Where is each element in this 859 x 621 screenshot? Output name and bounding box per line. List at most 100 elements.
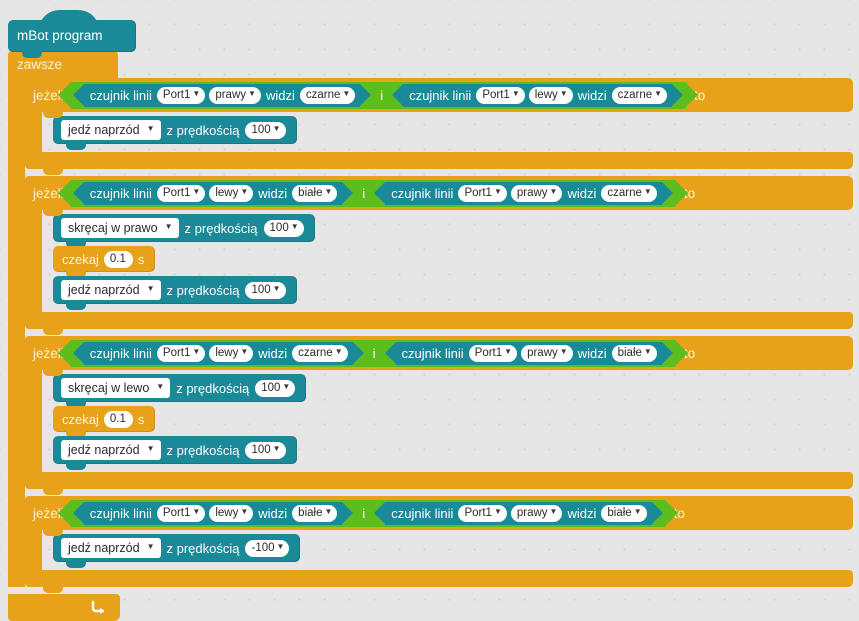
sensor-side-dropdown-right[interactable]: lewy ▼ (528, 86, 573, 104)
and-operator-block[interactable]: czujnik linii Port1 ▼ lewy ▼ widzi białe ▼ i czuj… (57, 499, 678, 527)
sensor-side-dropdown-right-value: prawy (516, 506, 548, 519)
motion-action-dropdown[interactable]: jedź naprzód ▼ (61, 120, 161, 140)
if-block-header[interactable]: jeżeli czujnik linii Port1 ▼ prawy ▼ widzi czar… (25, 78, 853, 118)
if-block-footer[interactable] (25, 472, 853, 495)
wait-block[interactable]: czekaj 0.1 s (53, 406, 156, 438)
if-block-body: skręcaj w prawo ▼ z prędkością 100 ▼ czekaj 0.… (25, 210, 853, 312)
sensor-side-dropdown-right[interactable]: prawy ▼ (521, 344, 573, 362)
sensor-port-dropdown-left-value: Port1 (162, 88, 191, 101)
if-block[interactable]: jeżeli czujnik linii Port1 ▼ lewy ▼ widzi czarn… (25, 336, 853, 495)
chevron-down-icon: ▼ (290, 222, 299, 231)
forever-block[interactable]: zawsze jeżeli czujnik linii Port1 ▼ prawy ▼ wi… (8, 51, 853, 621)
sensor-port-dropdown-left[interactable]: Port1 ▼ (156, 344, 206, 362)
sensor-color-dropdown-left[interactable]: białe ▼ (292, 504, 338, 522)
sensor-side-dropdown-left-value: lewy (215, 506, 239, 519)
motion-speed-dropdown[interactable]: 100 ▼ (245, 121, 286, 139)
sensor-color-dropdown-left[interactable]: białe ▼ (292, 184, 338, 202)
motion-action-dropdown[interactable]: jedź naprzód ▼ (61, 538, 161, 558)
sensor-side-dropdown-left[interactable]: prawy ▼ (209, 86, 261, 104)
wait-label: czekaj (62, 251, 99, 267)
chevron-down-icon: ▼ (276, 542, 285, 551)
if-block-header[interactable]: jeżeli czujnik linii Port1 ▼ lewy ▼ widzi czarn… (25, 336, 853, 376)
sensor-port-dropdown-right[interactable]: Port1 ▼ (468, 344, 518, 362)
sensor-side-dropdown-right[interactable]: prawy ▼ (510, 184, 563, 202)
line-follower-sensor-block-left[interactable]: czujnik linii Port1 ▼ lewy ▼ widzi białe ▼ (72, 501, 354, 525)
motion-action-dropdown[interactable]: skręcaj w prawo ▼ (61, 218, 179, 238)
sensor-color-dropdown-left[interactable]: czarne ▼ (292, 344, 348, 362)
motion-speed-dropdown[interactable]: 100 ▼ (245, 441, 286, 459)
sensor-color-dropdown-right[interactable]: białe ▼ (611, 344, 657, 362)
motion-speed-label: z prędkością (166, 122, 240, 138)
chevron-down-icon: ▼ (146, 284, 155, 293)
sensor-port-dropdown-right[interactable]: Port1 ▼ (458, 504, 507, 522)
line-follower-sensor-block-right[interactable]: czujnik linii Port1 ▼ prawy ▼ widzi białe ▼ (374, 501, 663, 525)
sensor-port-dropdown-left[interactable]: Port1 ▼ (156, 184, 206, 202)
chevron-down-icon: ▼ (654, 89, 663, 98)
sensor-side-dropdown-right[interactable]: prawy ▼ (510, 504, 563, 522)
if-block-header[interactable]: jeżeli czujnik linii Port1 ▼ lewy ▼ widzi białe… (25, 496, 853, 536)
chevron-down-icon: ▼ (549, 187, 558, 196)
hat-block-mbot-program[interactable]: mBot program (8, 10, 136, 58)
motion-block[interactable]: jedź naprzód ▼ z prędkością 100 ▼ (53, 116, 297, 150)
sensor-sees-label: widzi (577, 87, 607, 103)
if-block-footer[interactable] (25, 570, 853, 593)
motion-action-dropdown-value: jedź naprzód (68, 541, 140, 555)
wait-unit-label: s (137, 411, 145, 427)
if-block-body: jedź naprzód ▼ z prędkością -100 ▼ (25, 530, 853, 570)
if-block-header[interactable]: jeżeli czujnik linii Port1 ▼ lewy ▼ widzi białe… (25, 176, 853, 216)
motion-action-dropdown[interactable]: jedź naprzód ▼ (61, 440, 161, 460)
script-canvas[interactable]: mBot program zawsze jeżeli czujnik linii P… (0, 0, 859, 621)
line-follower-sensor-block-left[interactable]: czujnik linii Port1 ▼ prawy ▼ widzi czarne ▼ (72, 83, 371, 107)
motion-speed-dropdown[interactable]: 100 ▼ (263, 219, 304, 237)
motion-block[interactable]: jedź naprzód ▼ z prędkością 100 ▼ (53, 276, 297, 310)
line-follower-sensor-block-right[interactable]: czujnik linii Port1 ▼ lewy ▼ widzi czarne ▼ (392, 83, 683, 107)
sensor-color-dropdown-right[interactable]: czarne ▼ (601, 184, 657, 202)
motion-action-dropdown-value: skręcaj w lewo (68, 381, 150, 395)
if-footer-notch (43, 488, 63, 495)
sensor-color-dropdown-right-value: czarne (607, 186, 642, 199)
line-follower-sensor-block-left[interactable]: czujnik linii Port1 ▼ lewy ▼ widzi białe ▼ (72, 181, 354, 205)
line-follower-sensor-block-right[interactable]: czujnik linii Port1 ▼ prawy ▼ widzi czarne ▼ (374, 181, 673, 205)
if-footer-notch (43, 328, 63, 335)
sensor-port-dropdown-right[interactable]: Port1 ▼ (476, 86, 525, 104)
and-operator-block[interactable]: czujnik linii Port1 ▼ lewy ▼ widzi czarne ▼ i czu… (57, 339, 688, 367)
if-block-footer[interactable] (25, 312, 853, 335)
block-stack: skręcaj w lewo ▼ z prędkością 100 ▼ czekaj 0.1… (42, 374, 853, 470)
sensor-port-dropdown-right[interactable]: Port1 ▼ (458, 184, 507, 202)
line-follower-sensor-block-right[interactable]: czujnik linii Port1 ▼ prawy ▼ widzi białe ▼ (384, 341, 674, 365)
wait-duration-field[interactable]: 0.1 (103, 250, 133, 268)
and-operator-block[interactable]: czujnik linii Port1 ▼ lewy ▼ widzi białe ▼ i czuj… (57, 179, 688, 207)
wait-duration-value: 0.1 (109, 252, 126, 265)
sensor-side-dropdown-left[interactable]: lewy ▼ (209, 184, 254, 202)
motion-action-dropdown[interactable]: jedź naprzód ▼ (61, 280, 161, 300)
sensor-color-dropdown-right[interactable]: białe ▼ (601, 504, 647, 522)
motion-block[interactable]: skręcaj w lewo ▼ z prędkością 100 ▼ (53, 374, 307, 408)
motion-block[interactable]: jedź naprzód ▼ z prędkością -100 ▼ (53, 534, 301, 568)
forever-footer[interactable] (8, 594, 120, 621)
sensor-port-dropdown-left[interactable]: Port1 ▼ (156, 504, 206, 522)
if-block[interactable]: jeżeli czujnik linii Port1 ▼ lewy ▼ widzi białe… (25, 176, 853, 335)
and-operator-label: i (362, 505, 366, 521)
wait-label: czekaj (62, 411, 99, 427)
sensor-sees-label: widzi (258, 345, 288, 361)
sensor-port-dropdown-left[interactable]: Port1 ▼ (156, 86, 206, 104)
motion-block[interactable]: jedź naprzód ▼ z prędkością 100 ▼ (53, 436, 297, 470)
sensor-color-dropdown-left[interactable]: czarne ▼ (299, 86, 356, 104)
sensor-color-dropdown-right[interactable]: czarne ▼ (611, 86, 668, 104)
sensor-side-dropdown-left[interactable]: lewy ▼ (209, 344, 254, 362)
motion-block[interactable]: skręcaj w prawo ▼ z prędkością 100 ▼ (53, 214, 315, 248)
if-block-footer[interactable] (25, 152, 853, 175)
line-follower-sensor-block-left[interactable]: czujnik linii Port1 ▼ lewy ▼ widzi czarne ▼ (72, 341, 364, 365)
motion-speed-dropdown[interactable]: 100 ▼ (255, 379, 296, 397)
sensor-side-dropdown-right-value: lewy (534, 88, 558, 101)
wait-duration-field[interactable]: 0.1 (103, 410, 133, 428)
chevron-down-icon: ▼ (240, 347, 249, 356)
motion-speed-dropdown[interactable]: 100 ▼ (245, 281, 286, 299)
and-operator-block[interactable]: czujnik linii Port1 ▼ prawy ▼ widzi czarne ▼ i cz… (57, 81, 699, 109)
if-block[interactable]: jeżeli czujnik linii Port1 ▼ prawy ▼ widzi czar… (25, 78, 853, 175)
if-block[interactable]: jeżeli czujnik linii Port1 ▼ lewy ▼ widzi białe… (25, 496, 853, 593)
motion-speed-dropdown[interactable]: -100 ▼ (245, 539, 290, 557)
motion-action-dropdown[interactable]: skręcaj w lewo ▼ (61, 378, 171, 398)
wait-block[interactable]: czekaj 0.1 s (53, 246, 156, 278)
sensor-side-dropdown-left[interactable]: lewy ▼ (209, 504, 254, 522)
